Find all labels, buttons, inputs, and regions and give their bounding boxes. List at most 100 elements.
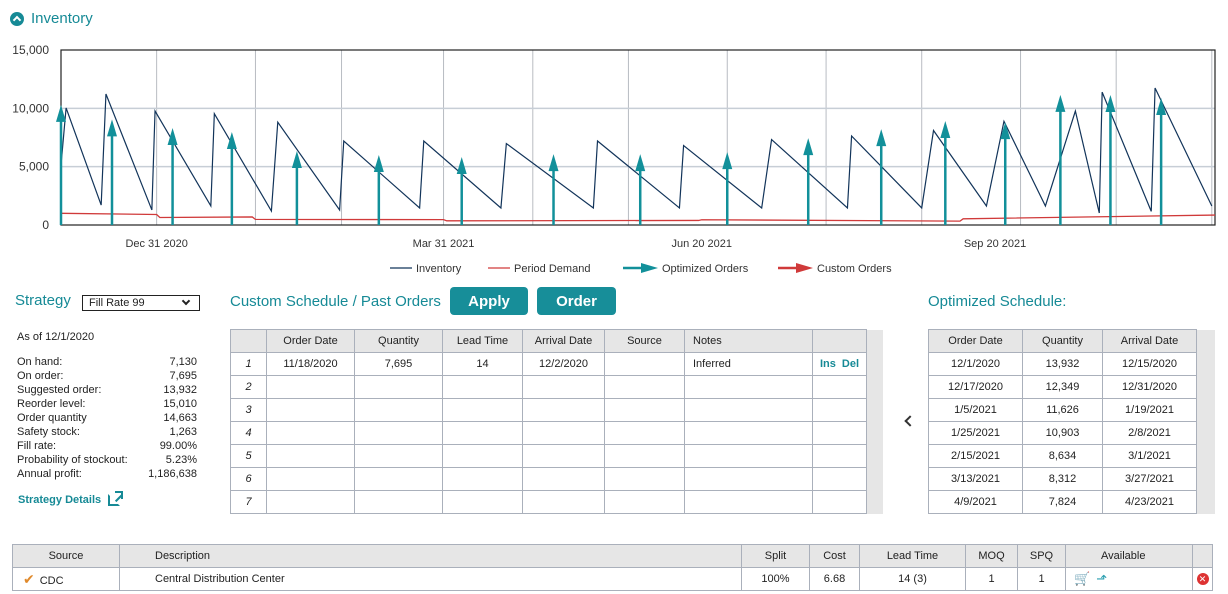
strategy-selected-value: Fill Rate 99 <box>89 297 145 309</box>
cell-order-date[interactable] <box>266 444 355 468</box>
cart-icon[interactable]: 🛒 <box>1074 571 1090 587</box>
cell-lead-time[interactable] <box>442 490 523 514</box>
cell-quantity[interactable] <box>354 467 443 491</box>
cell-arrival-date[interactable] <box>522 421 605 445</box>
stat-row: Order quantity 14,663 <box>17 411 197 425</box>
cell-notes[interactable] <box>684 398 813 422</box>
stat-value: 15,010 <box>163 398 197 410</box>
ship-order-icon[interactable]: ⬏ <box>1096 571 1107 587</box>
cell-arrival-date[interactable]: 12/2/2020 <box>522 352 605 376</box>
cell-arrival-date[interactable] <box>522 444 605 468</box>
optimized-order-arrowhead <box>1055 94 1066 112</box>
stat-value: 7,130 <box>169 356 197 368</box>
cell-order-date[interactable] <box>266 467 355 491</box>
table-row: 12/17/2020 12,349 12/31/2020 <box>928 375 1215 399</box>
cell-source[interactable] <box>604 375 685 399</box>
remove-icon[interactable]: ✕ <box>1196 573 1209 585</box>
cell-source[interactable] <box>604 352 685 376</box>
cell-description: Central Distribution Center <box>119 567 742 591</box>
order-button[interactable]: Order <box>537 287 616 315</box>
stat-row: On order: 7,695 <box>17 369 197 383</box>
column-header: Notes <box>684 329 813 353</box>
row-actions <box>812 444 867 468</box>
stat-row: Probability of stockout: 5.23% <box>17 453 197 467</box>
cell-split: 100% <box>741 567 810 591</box>
cell-lead-time[interactable] <box>442 375 523 399</box>
cell-notes[interactable] <box>684 421 813 445</box>
cell-lead-time[interactable] <box>442 444 523 468</box>
insert-row-link[interactable]: Ins <box>820 358 836 370</box>
scrollbar[interactable] <box>866 352 883 514</box>
optimized-order-arrowhead <box>548 154 559 172</box>
column-header <box>1192 544 1213 568</box>
cell-quantity[interactable] <box>354 375 443 399</box>
strategy-label: Strategy <box>15 292 71 309</box>
optimized-order-arrowhead <box>722 152 733 170</box>
cell-arrival-date: 1/19/2021 <box>1102 398 1197 422</box>
table-header-row: Source Description Split Cost Lead Time MOQ SP… <box>12 544 1213 568</box>
cell-quantity[interactable] <box>354 444 443 468</box>
cell-quantity: 12,349 <box>1022 375 1103 399</box>
column-header: Order Date <box>928 329 1023 353</box>
cell-lead-time[interactable] <box>442 398 523 422</box>
stat-label: Order quantity <box>17 412 87 424</box>
cell-quantity[interactable] <box>354 421 443 445</box>
strategy-details-link[interactable]: Strategy Details <box>18 491 124 506</box>
stat-value: 1,186,638 <box>148 468 197 480</box>
stat-value: 13,932 <box>163 384 197 396</box>
cell-arrival-date[interactable] <box>522 467 605 491</box>
cell-remove: ✕ <box>1192 567 1213 591</box>
cell-order-date[interactable] <box>266 375 355 399</box>
table-row: 3 <box>230 398 883 422</box>
table-row: 6 <box>230 467 883 491</box>
x-tick-label: Dec 31 2020 <box>125 238 187 250</box>
cell-source[interactable] <box>604 467 685 491</box>
cell-lead-time[interactable]: 14 <box>442 352 523 376</box>
apply-button[interactable]: Apply <box>450 287 528 315</box>
cell-arrival-date[interactable] <box>522 398 605 422</box>
cell-order-date[interactable] <box>266 398 355 422</box>
table-row: 4/9/2021 7,824 4/23/2021 <box>928 490 1215 514</box>
table-row: 3/13/2021 8,312 3/27/2021 <box>928 467 1215 491</box>
cell-notes[interactable] <box>684 375 813 399</box>
cell-source[interactable] <box>604 444 685 468</box>
cell-source[interactable] <box>604 398 685 422</box>
cell-notes[interactable] <box>684 490 813 514</box>
cell-quantity[interactable] <box>354 398 443 422</box>
table-row[interactable]: ✔ CDC Central Distribution Center 100% 6.68 1… <box>12 567 1213 591</box>
cell-lead-time[interactable] <box>442 421 523 445</box>
column-header: Quantity <box>354 329 443 353</box>
cell-order-date: 1/5/2021 <box>928 398 1023 422</box>
column-header: Lead Time <box>442 329 523 353</box>
table-row: 5 <box>230 444 883 468</box>
cell-quantity: 8,634 <box>1022 444 1103 468</box>
scrollbar[interactable] <box>1196 352 1215 514</box>
inventory-section-header[interactable]: Inventory <box>10 10 93 27</box>
column-header <box>230 329 267 353</box>
cell-order-date[interactable] <box>266 490 355 514</box>
cell-arrival-date[interactable] <box>522 490 605 514</box>
optimized-order-arrowhead <box>803 138 814 156</box>
as-of-date: As of 12/1/2020 <box>17 331 95 343</box>
cell-quantity[interactable]: 7,695 <box>354 352 443 376</box>
cell-lead-time[interactable] <box>442 467 523 491</box>
cell-notes[interactable] <box>684 444 813 468</box>
cell-order-date[interactable] <box>266 421 355 445</box>
strategy-dropdown[interactable]: Fill Rate 99 <box>82 295 200 311</box>
cell-arrival-date[interactable] <box>522 375 605 399</box>
y-tick-label: 15,000 <box>12 43 49 57</box>
cell-order-date[interactable]: 11/18/2020 <box>266 352 355 376</box>
cell-notes[interactable] <box>684 467 813 491</box>
stat-value: 14,663 <box>163 412 197 424</box>
cell-arrival-date: 2/8/2021 <box>1102 421 1197 445</box>
delete-row-link[interactable]: Del <box>842 358 859 370</box>
cell-notes[interactable]: Inferred <box>684 352 813 376</box>
collapse-up-icon[interactable] <box>10 11 24 26</box>
cell-source[interactable] <box>604 421 685 445</box>
cell-quantity[interactable] <box>354 490 443 514</box>
series-period-demand <box>60 212 1216 222</box>
chevron-left-icon[interactable] <box>904 415 916 427</box>
row-actions <box>812 467 867 491</box>
cell-source[interactable] <box>604 490 685 514</box>
legend-label: Optimized Orders <box>662 263 749 275</box>
